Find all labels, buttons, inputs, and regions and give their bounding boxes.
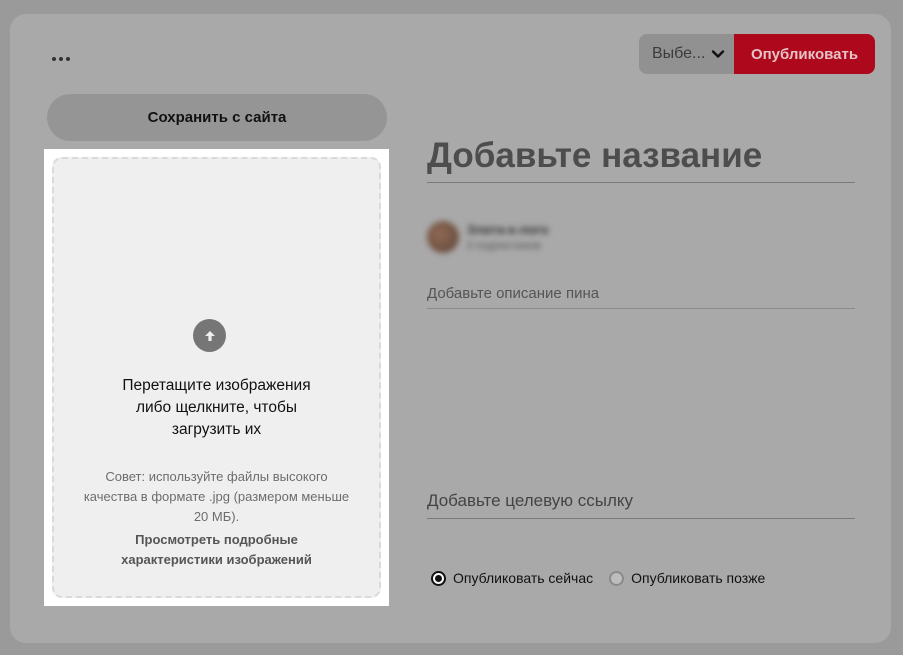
avatar: [427, 221, 459, 253]
save-from-site-button[interactable]: Сохранить с сайта: [47, 94, 387, 141]
destination-link-placeholder: Добавьте целевую ссылку: [427, 491, 634, 510]
user-followers: 0 подписчиков: [467, 240, 541, 252]
user-name: Злата-к-лого: [467, 222, 549, 237]
publish-later-radio[interactable]: [609, 570, 625, 586]
image-specs-link[interactable]: Просмотреть подробные характеристики изо…: [54, 530, 379, 570]
publish-now-label: Опубликовать сейчас: [453, 570, 594, 586]
pin-builder-card: Выбе... Опубликовать Сохранить с сайта П…: [10, 14, 891, 643]
publish-now-option[interactable]: Опубликовать сейчас: [431, 570, 593, 586]
board-select-dropdown[interactable]: Выбе...: [639, 34, 735, 74]
publish-now-radio[interactable]: [431, 570, 446, 586]
pin-description-placeholder: Добавьте описание пина: [427, 284, 600, 302]
publish-later-label: Опубликовать позже: [631, 570, 766, 586]
more-icon: [59, 57, 63, 61]
dropzone-tip: Совет: используйте файлы высокого качест…: [83, 469, 350, 524]
publish-button[interactable]: Опубликовать: [734, 34, 875, 74]
chevron-down-icon: [711, 50, 725, 58]
pin-title-input[interactable]: Добавьте название: [427, 129, 855, 183]
pin-title-placeholder: Добавьте название: [427, 135, 763, 175]
image-dropzone[interactable]: Перетащите изображения либо щелкните, чт…: [52, 157, 381, 598]
upload-arrow-icon: [193, 319, 226, 352]
board-select-label: Выбе...: [652, 45, 706, 62]
more-icon: [52, 57, 56, 61]
publish-timing-options: Опубликовать сейчас Опубликовать позже: [431, 570, 765, 586]
more-icon: [66, 57, 70, 61]
publish-later-option[interactable]: Опубликовать позже: [609, 570, 765, 586]
dropzone-instructions: Перетащите изображения либо щелкните, чт…: [122, 377, 311, 438]
user-info: Злата-к-лого 0 подписчиков: [427, 212, 597, 262]
more-options-button[interactable]: [48, 48, 74, 70]
destination-link-input[interactable]: Добавьте целевую ссылку: [427, 484, 855, 519]
upload-panel: Перетащите изображения либо щелкните, чт…: [44, 149, 389, 606]
pin-description-input[interactable]: Добавьте описание пина: [427, 278, 855, 309]
